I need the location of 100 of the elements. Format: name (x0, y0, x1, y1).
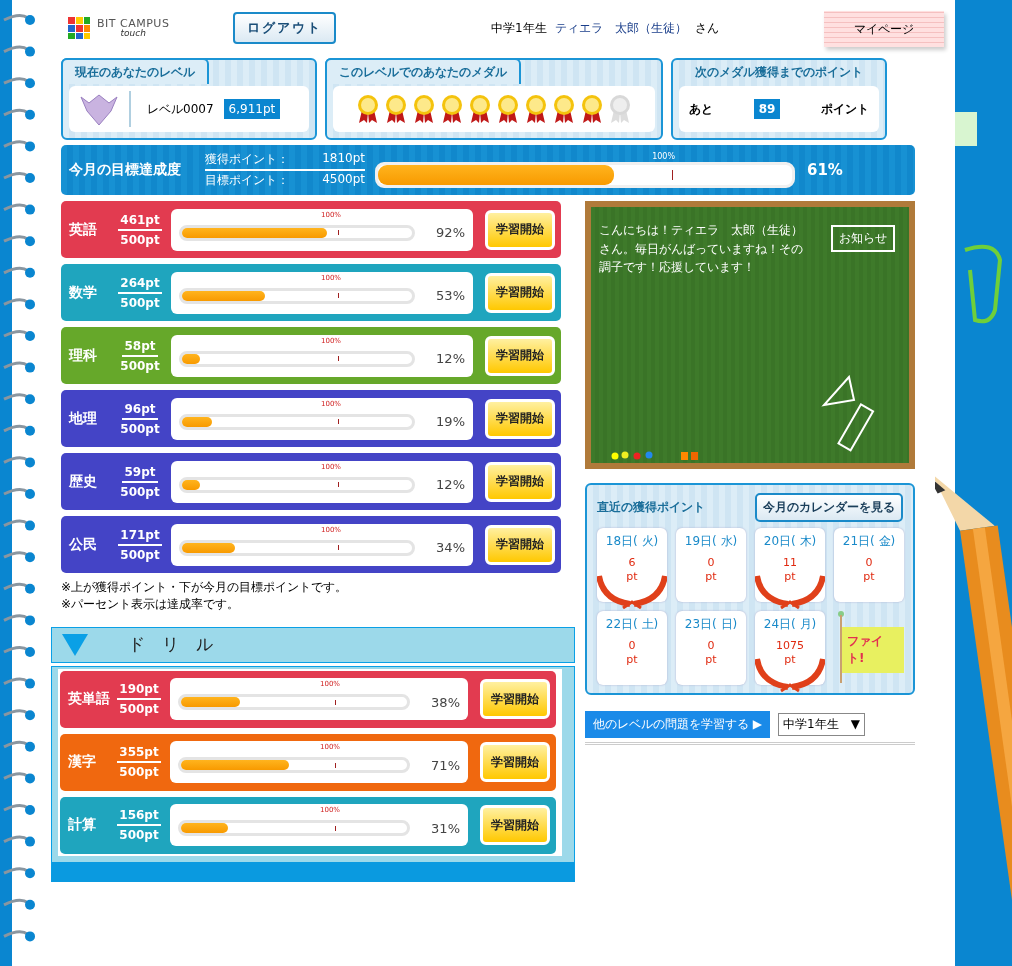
panel-title: 次のメダル獲得までのポイント (694, 64, 864, 81)
points-unit: pt (784, 570, 796, 585)
earned-points: 264pt (118, 275, 162, 294)
target-points: 500pt (119, 828, 159, 843)
day-date: 23日( 日) (684, 616, 738, 633)
honorific-label: さん (694, 19, 719, 37)
earned-points: 461pt (118, 212, 162, 231)
marker-label: 100% (652, 152, 676, 161)
goal-tick (338, 482, 340, 487)
start-study-button[interactable]: 学習開始 (485, 398, 555, 439)
subject-name: 歴史 (69, 472, 98, 491)
drill-header[interactable]: ド リ ル (51, 626, 575, 663)
day-points: 6 (628, 556, 636, 571)
logo-title: BIT CAMPUS (97, 18, 170, 29)
earned-points: 1810pt (322, 151, 365, 167)
notice-sign: お知らせ (831, 225, 895, 252)
day-points: 0 (707, 639, 715, 654)
goal-tick (338, 545, 340, 550)
panel-title: 現在のあなたのレベル (61, 58, 209, 84)
target-points: 500pt (119, 702, 159, 717)
earned-points: 59pt (122, 464, 158, 483)
day-date: 19日( 水) (684, 533, 738, 550)
target-points: 500pt (120, 358, 160, 373)
target-points: 500pt (120, 295, 160, 310)
subject-name: 公民 (69, 535, 98, 554)
percent-label: 12% (435, 477, 465, 492)
goal-tick (334, 762, 336, 768)
day-points: 11 (783, 556, 797, 571)
goal-tick (671, 170, 673, 180)
points-unit: pt (863, 570, 875, 585)
percent-label: 61% (807, 161, 843, 179)
day-date: 21日( 金) (842, 533, 896, 550)
flag-pole-icon (838, 611, 844, 683)
subject-name: 計算 (68, 816, 97, 835)
points-unit: pt (626, 570, 638, 585)
grade-label: 中学1年生 (491, 19, 547, 37)
message-text: こんにちは！ティエラ 太郎（生徒）さん。毎日がんばっていますね！その調子です！応援しています！ (599, 222, 803, 277)
target-points: 500pt (120, 547, 160, 562)
points-unit: pt (784, 653, 796, 668)
goal-tick (338, 356, 340, 361)
grade-select[interactable]: 中学1年生 ▼ (778, 713, 865, 736)
subject-name: 英語 (69, 220, 98, 239)
goal-tick (334, 825, 336, 831)
level-label: レベル0007 (147, 100, 214, 118)
panel-title: 直近の獲得ポイント (597, 499, 705, 516)
panel-title: このレベルでのあなたのメダル (325, 58, 521, 84)
triangle-down-icon (62, 633, 88, 656)
goal-tick (338, 293, 340, 298)
earned-points: 58pt (122, 338, 158, 357)
percent-label: 71% (430, 757, 460, 773)
percent-label: 19% (435, 414, 465, 429)
start-study-button[interactable]: 学習開始 (480, 679, 550, 720)
subject-name: 理科 (69, 346, 98, 365)
day-date: 20日( 木) (763, 533, 817, 550)
suffix-label: ポイント (821, 100, 869, 118)
target-label: 目標ポイント： (205, 172, 289, 189)
logo-subtitle: touch (120, 29, 146, 38)
calendar-button[interactable]: 今月のカレンダーを見る (755, 493, 903, 522)
target-points: 4500pt (322, 172, 365, 188)
footnote: ※パーセント表示は達成率です。 (61, 595, 241, 613)
subject-name: 数学 (69, 283, 98, 302)
percent-label: 53% (435, 288, 465, 303)
start-study-button[interactable]: 学習開始 (485, 272, 555, 313)
goal-tick (338, 419, 340, 424)
subject-name: 漢字 (68, 753, 97, 772)
day-points: 0 (707, 556, 715, 571)
start-study-button[interactable]: 学習開始 (480, 742, 550, 783)
target-points: 500pt (120, 232, 160, 247)
points-unit: pt (626, 653, 638, 668)
day-points: 0 (865, 556, 873, 571)
points-unit: pt (705, 570, 717, 585)
day-date: 24日( 月) (763, 616, 817, 633)
target-points: 500pt (120, 421, 160, 436)
day-date: 22日( 土) (605, 616, 659, 633)
mypage-button[interactable]: マイページ (824, 11, 944, 47)
footnote: ※上が獲得ポイント・下が今月の目標ポイントです。 (61, 579, 349, 596)
earned-points: 355pt (117, 745, 161, 764)
cube-logo-icon (67, 16, 91, 40)
prefix-label: あと (689, 100, 713, 118)
earned-points: 190pt (117, 682, 161, 701)
goal-tick (338, 230, 340, 235)
day-date: 18日( 火) (605, 533, 659, 550)
remaining-points: 89 (753, 99, 781, 119)
user-name: ティエラ 太郎（生徒） (554, 19, 687, 37)
level-points: 6,911pt (223, 99, 281, 119)
day-points: 0 (628, 639, 636, 654)
other-level-button[interactable]: 他のレベルの問題を学習する ▶ (585, 711, 771, 738)
start-study-button[interactable]: 学習開始 (485, 335, 555, 376)
earned-label: 獲得ポイント： (205, 151, 289, 168)
start-study-button[interactable]: 学習開始 (485, 524, 555, 565)
goal-tick (334, 699, 336, 705)
start-study-button[interactable]: 学習開始 (485, 209, 555, 250)
target-points: 500pt (120, 484, 160, 499)
start-study-button[interactable]: 学習開始 (480, 805, 550, 846)
start-study-button[interactable]: 学習開始 (485, 461, 555, 502)
percent-label: 31% (430, 820, 460, 836)
percent-label: 34% (435, 540, 465, 555)
percent-label: 92% (435, 225, 465, 240)
monthly-goal-title: 今月の目標達成度 (69, 161, 182, 179)
logout-button[interactable]: ログアウト (233, 12, 336, 44)
